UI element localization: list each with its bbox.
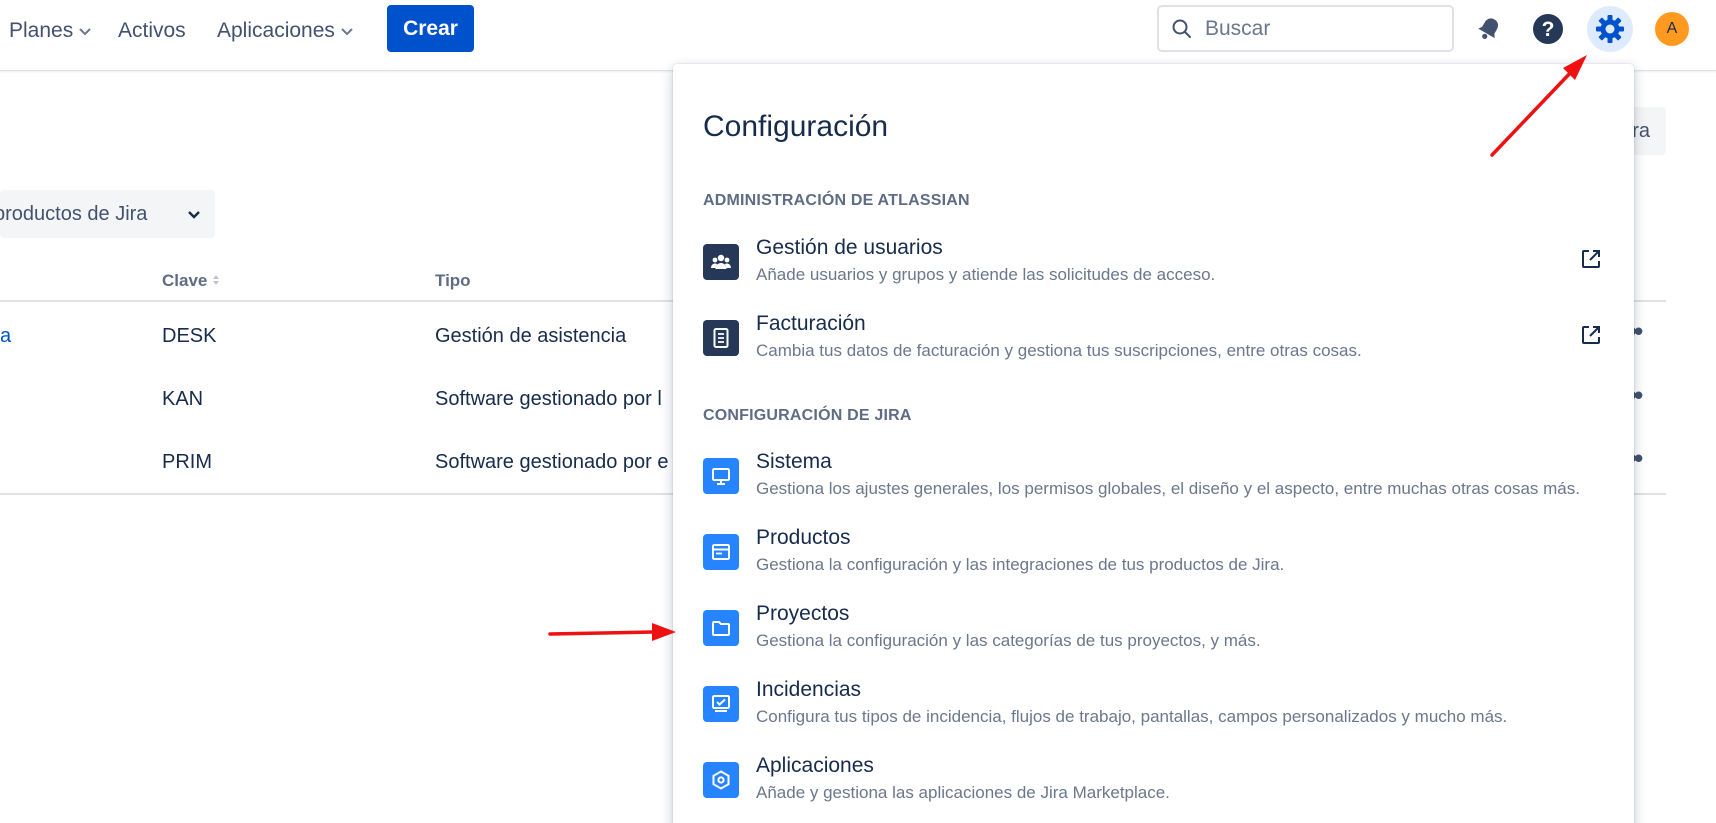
- menu-item-title: Facturación: [756, 312, 866, 335]
- menu-item-description: Configura tus tipos de incidencia, flujo…: [756, 707, 1508, 726]
- arrow-to-projects: [548, 623, 676, 641]
- chevron-down-icon: [79, 28, 91, 36]
- top-navigation: Planes Activos Aplicaciones Crear ?: [0, 0, 1716, 71]
- header-action-label: ra: [1632, 119, 1650, 142]
- menu-item-description: Gestiona la configuración y las categorí…: [756, 631, 1261, 650]
- search-box[interactable]: [1157, 5, 1454, 52]
- menu-item-system[interactable]: Sistema Gestiona los ajustes generales, …: [673, 450, 1634, 520]
- menu-item-products[interactable]: Productos Gestiona la configuración y la…: [673, 526, 1634, 596]
- menu-item-description: Añade y gestiona las aplicaciones de Jir…: [756, 783, 1170, 802]
- external-link-icon: [1582, 250, 1600, 268]
- nav-planes-label: Planes: [9, 19, 74, 42]
- settings-title: Configuración: [703, 110, 889, 143]
- nav-aplicaciones[interactable]: Aplicaciones: [217, 16, 355, 46]
- product-filter-label: productos de Jira: [0, 203, 148, 225]
- settings-dropdown: Configuración ADMINISTRACIÓN DE ATLASSIA…: [673, 64, 1634, 823]
- nav-aplicaciones-label: Aplicaciones: [217, 19, 335, 42]
- search-input[interactable]: [1205, 16, 1435, 41]
- apps-icon: [703, 762, 739, 798]
- nav-activos-label: Activos: [118, 19, 186, 42]
- gear-icon: [1596, 15, 1624, 43]
- project-type: Software gestionado por l: [435, 388, 662, 410]
- section-heading-jira-config: CONFIGURACIÓN DE JIRA: [703, 407, 912, 424]
- section-heading-atlassian-admin: ADMINISTRACIÓN DE ATLASSIAN: [703, 192, 970, 209]
- folder-icon: [703, 610, 739, 646]
- project-type: Software gestionado por e: [435, 451, 669, 473]
- column-header-tipo: Tipo: [435, 271, 471, 290]
- project-name-link[interactable]: a: [0, 325, 11, 348]
- menu-item-title: Proyectos: [756, 602, 850, 625]
- help-button[interactable]: ?: [1528, 9, 1568, 49]
- create-button[interactable]: Crear: [387, 5, 474, 52]
- menu-item-description: Añade usuarios y grupos y atiende las so…: [756, 265, 1216, 284]
- project-key: KAN: [162, 388, 204, 410]
- menu-item-title: Gestión de usuarios: [756, 236, 943, 259]
- menu-item-description: Gestiona los ajustes generales, los perm…: [756, 479, 1580, 498]
- menu-item-description: Cambia tus datos de facturación y gestio…: [756, 341, 1362, 360]
- users-icon: [703, 244, 739, 280]
- search-icon: [1172, 19, 1191, 38]
- billing-icon: [703, 320, 739, 356]
- settings-button[interactable]: [1587, 6, 1633, 52]
- bell-icon: [1478, 18, 1499, 39]
- issue-icon: [703, 686, 739, 722]
- nav-planes[interactable]: Planes: [9, 16, 93, 46]
- menu-item-billing[interactable]: Facturación Cambia tus datos de facturac…: [673, 312, 1634, 382]
- menu-item-title: Aplicaciones: [756, 754, 874, 777]
- chevron-down-icon: [188, 211, 200, 219]
- menu-item-issues[interactable]: Incidencias Configura tus tipos de incid…: [673, 678, 1634, 748]
- svg-text:?: ?: [1542, 18, 1555, 41]
- window-icon: [703, 534, 739, 570]
- menu-item-title: Incidencias: [756, 678, 862, 701]
- sort-icon: [213, 275, 220, 285]
- avatar[interactable]: A: [1655, 12, 1689, 46]
- menu-item-description: Gestiona la configuración y las integrac…: [756, 555, 1285, 574]
- menu-item-title: Sistema: [756, 450, 832, 473]
- nav-activos[interactable]: Activos: [118, 16, 186, 46]
- menu-item-apps[interactable]: Aplicaciones Añade y gestiona las aplica…: [673, 754, 1634, 823]
- project-key: PRIM: [162, 451, 212, 473]
- column-header-clave[interactable]: Clave: [162, 271, 220, 291]
- menu-item-title: Productos: [756, 526, 851, 549]
- menu-item-projects[interactable]: Proyectos Gestiona la configuración y la…: [673, 602, 1634, 672]
- project-type: Gestión de asistencia: [435, 325, 627, 347]
- product-filter[interactable]: productos de Jira: [0, 190, 215, 238]
- menu-item-user-management[interactable]: Gestión de usuarios Añade usuarios y gru…: [673, 236, 1634, 306]
- help-icon: ?: [1533, 14, 1563, 44]
- external-link-icon: [1582, 326, 1600, 344]
- monitor-icon: [703, 458, 739, 494]
- chevron-down-icon: [341, 28, 353, 36]
- notifications-button[interactable]: [1469, 9, 1509, 49]
- project-key: DESK: [162, 325, 217, 347]
